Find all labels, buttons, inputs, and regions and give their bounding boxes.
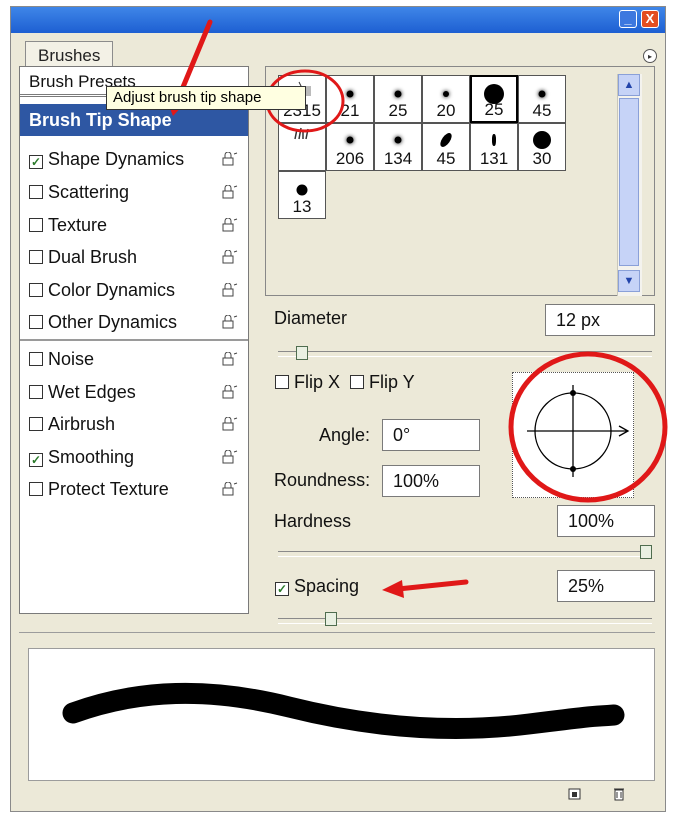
red-circle-annotation	[508, 351, 668, 503]
tooltip: Adjust brush tip shape	[106, 86, 306, 110]
red-arrow-annotation	[382, 579, 469, 598]
annotation-overlay	[166, 19, 668, 598]
